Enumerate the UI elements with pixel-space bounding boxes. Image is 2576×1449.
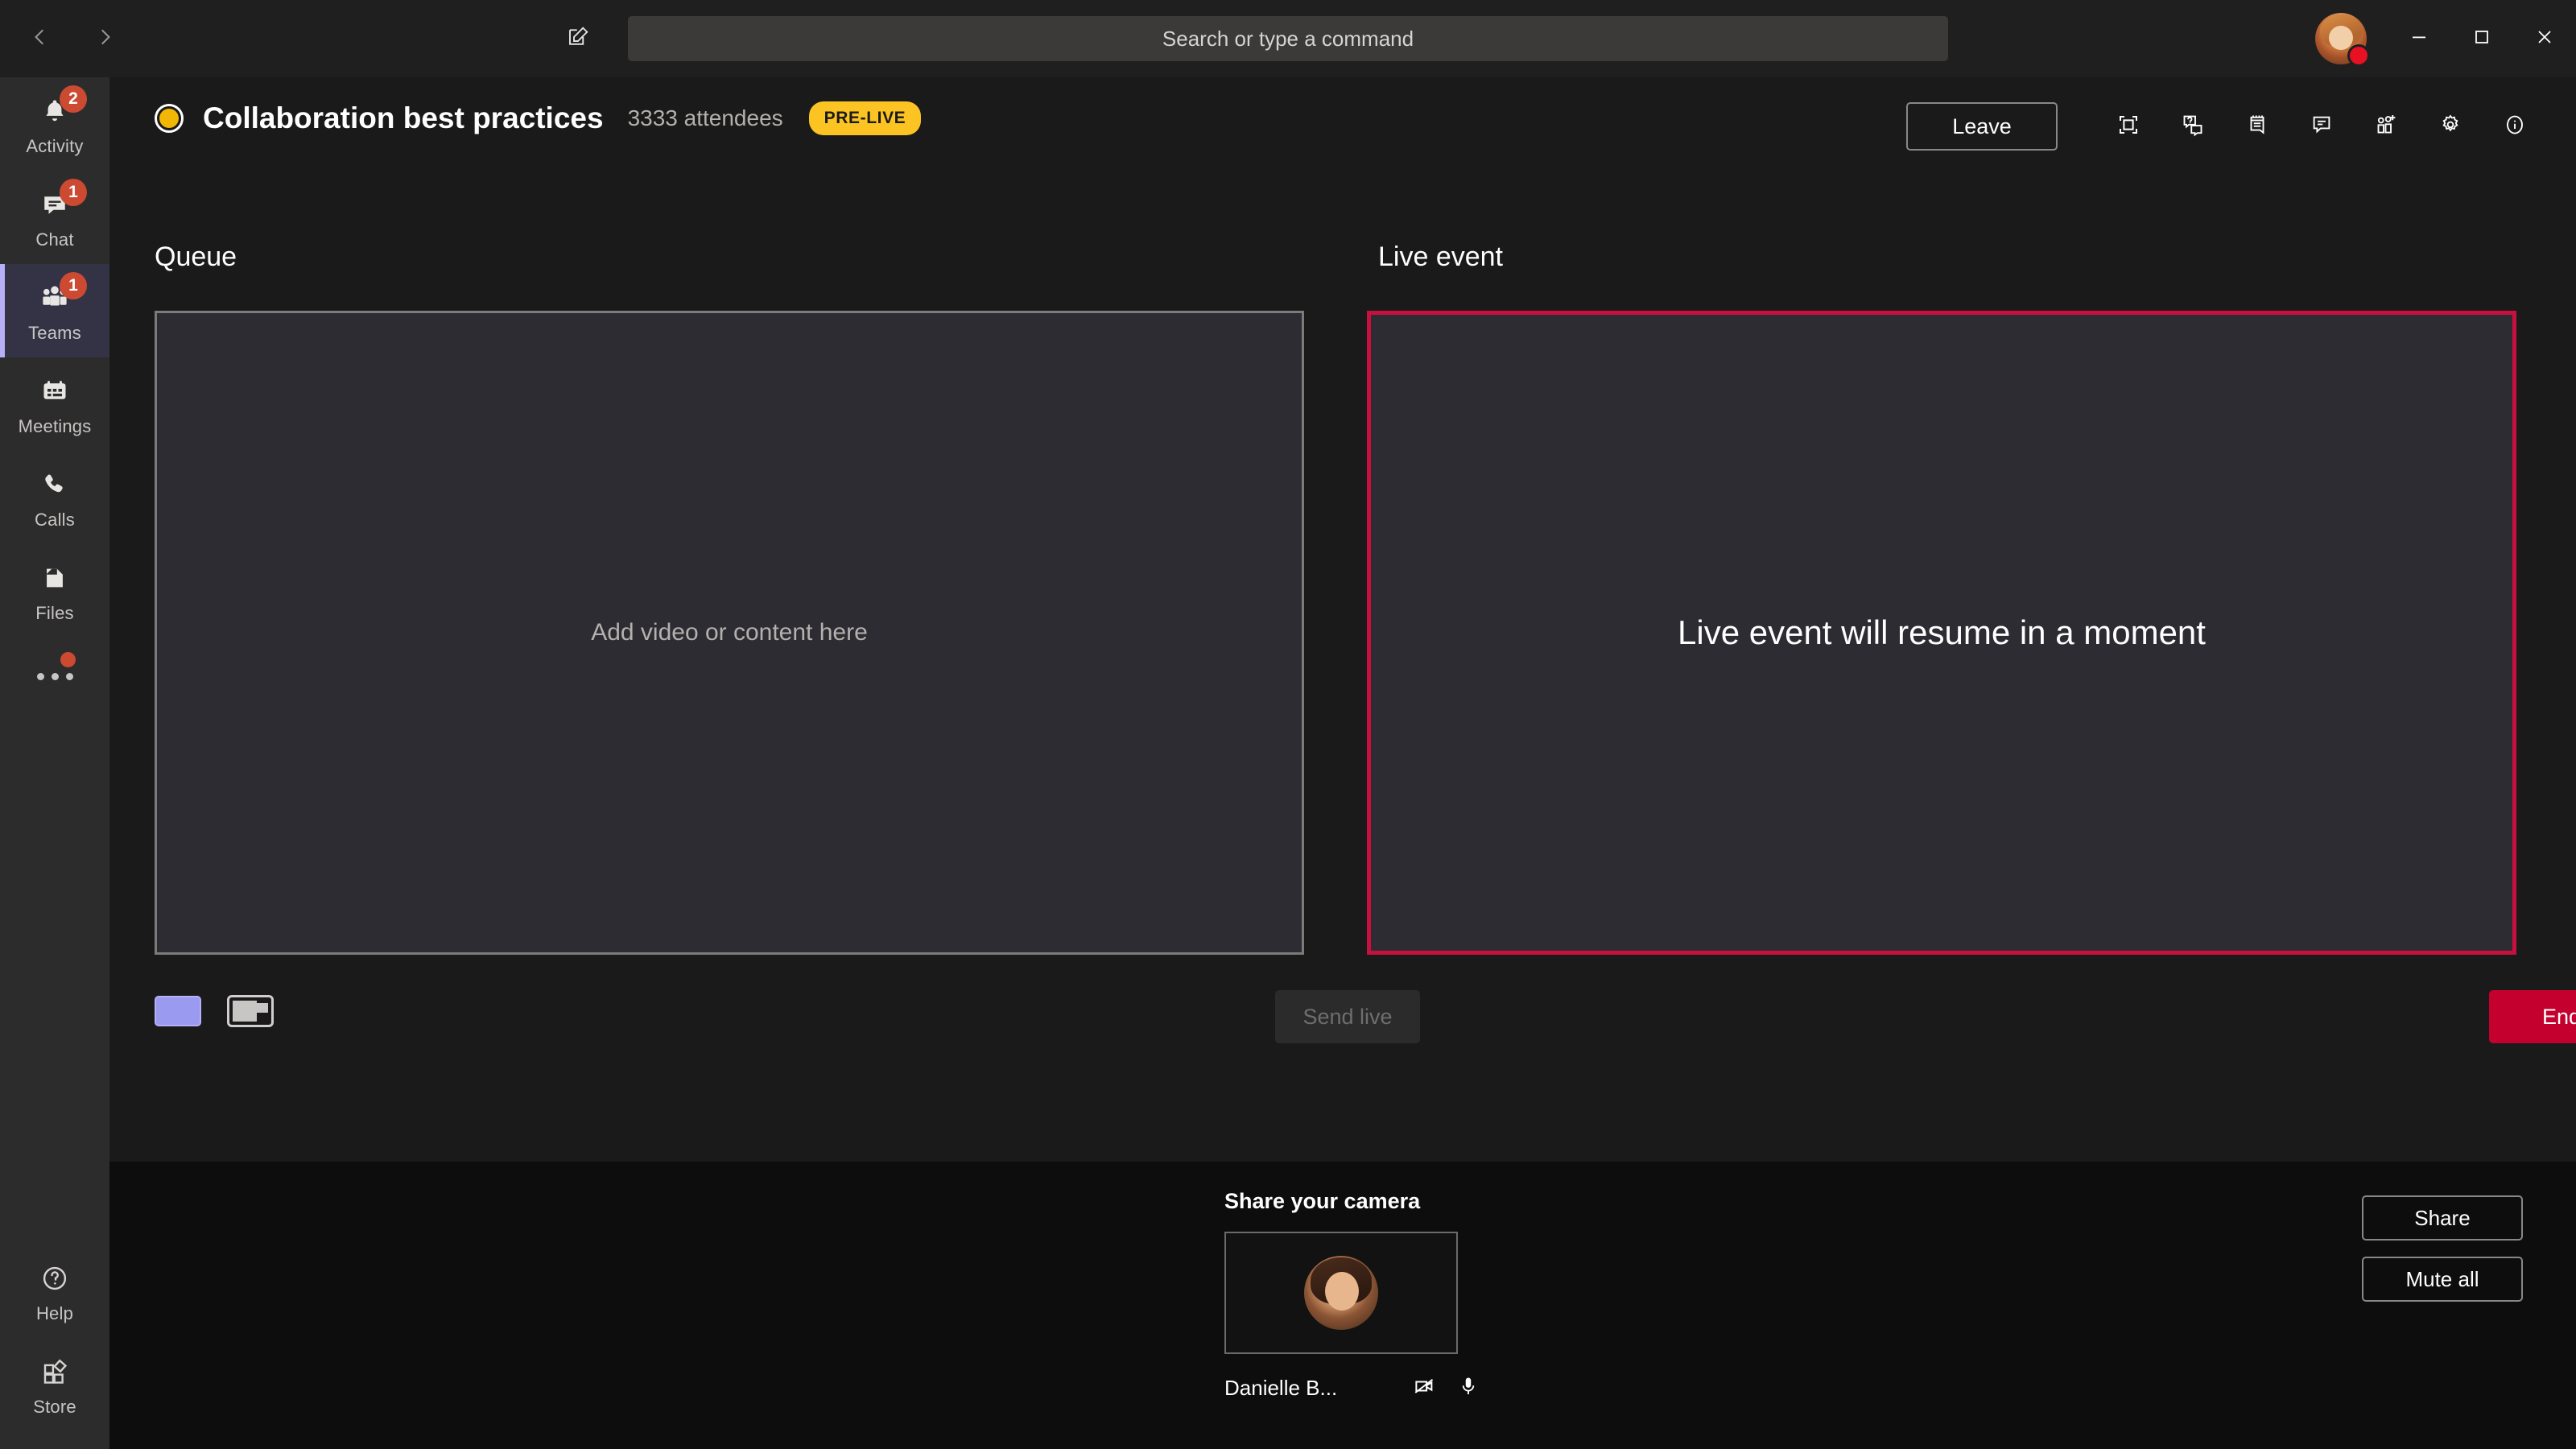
forward-button[interactable] — [82, 16, 127, 61]
chat-icon — [2310, 113, 2334, 141]
sidebar-item-help[interactable]: Help — [0, 1245, 109, 1338]
queue-layout-controls — [155, 995, 274, 1027]
share-camera-heading: Share your camera — [1224, 1189, 1421, 1213]
chevron-left-icon — [30, 27, 51, 52]
info-icon — [2503, 113, 2527, 141]
chevron-right-icon — [94, 27, 115, 52]
toggle-camera-button[interactable] — [1403, 1368, 1447, 1407]
sidebar-item-label: Activity — [26, 135, 84, 156]
sidebar-item-label: Store — [33, 1396, 76, 1417]
minimize-icon — [2410, 28, 2428, 50]
rail-bottom-section: Help Store — [0, 1245, 109, 1431]
layout-solid-color-swatch[interactable] — [155, 996, 201, 1026]
share-button[interactable]: Share — [2362, 1195, 2523, 1241]
sidebar-item-label: Files — [35, 602, 74, 623]
notes-icon — [2245, 113, 2269, 141]
participant-avatar — [1304, 1256, 1378, 1330]
more-apps-notification-dot-icon — [60, 652, 76, 667]
close-icon — [2535, 27, 2554, 51]
search-input[interactable]: Search or type a command — [628, 16, 1948, 61]
teams-live-event-producer-window: Search or type a command 2 Activity 1 Ch… — [0, 0, 2576, 1449]
sidebar-item-calls[interactable]: Calls — [0, 451, 109, 544]
sidebar-item-label: Calls — [35, 509, 75, 530]
settings-gear-icon — [2438, 113, 2462, 141]
event-header: Collaboration best practices 3333 attend… — [155, 101, 922, 135]
sidebar-item-meetings[interactable]: Meetings — [0, 357, 109, 451]
compose-button[interactable] — [555, 16, 601, 61]
sidebar-item-files[interactable]: Files — [0, 544, 109, 638]
live-event-message: Live event will resume in a moment — [1678, 613, 2206, 651]
pre-live-status-icon — [155, 104, 184, 133]
toggle-microphone-button[interactable] — [1447, 1368, 1490, 1407]
teams-badge: 1 — [60, 271, 87, 299]
notes-button[interactable] — [2225, 100, 2289, 153]
qna-button[interactable] — [2161, 100, 2225, 153]
add-people-icon — [2374, 113, 2398, 141]
queue-label: Queue — [155, 242, 237, 272]
phone-icon — [35, 465, 74, 504]
user-avatar[interactable] — [2315, 13, 2370, 67]
help-circle-icon — [35, 1259, 74, 1298]
maximize-icon — [2473, 28, 2491, 50]
microphone-icon — [1457, 1375, 1480, 1402]
end-event-button[interactable]: End — [2489, 990, 2576, 1043]
camera-off-icon — [1413, 1374, 1437, 1402]
share-camera-block: Share your camera Danielle B... — [1224, 1189, 1490, 1407]
add-people-button[interactable] — [2354, 100, 2418, 153]
share-camera-bar: Share your camera Danielle B... Share Mu… — [109, 1162, 2576, 1449]
activity-badge: 2 — [60, 85, 87, 113]
fullscreen-button[interactable] — [2096, 100, 2161, 153]
sidebar-item-label: Teams — [28, 322, 81, 343]
live-event-stage[interactable]: Live event will resume in a moment — [1367, 311, 2516, 955]
people-icon: 1 — [35, 271, 87, 317]
app-rail: 2 Activity 1 Chat 1 Teams Meetings Calls… — [0, 77, 109, 1449]
sidebar-item-label: Help — [35, 1302, 74, 1323]
minimize-button[interactable] — [2388, 0, 2450, 77]
bottom-actions: Share Mute all — [2362, 1195, 2523, 1302]
chat-bubble-icon: 1 — [35, 178, 87, 224]
sidebar-more-apps-button[interactable] — [0, 638, 109, 715]
mute-all-button[interactable]: Mute all — [2362, 1257, 2523, 1302]
calendar-icon — [35, 372, 74, 411]
sidebar-item-teams[interactable]: 1 Teams — [0, 264, 109, 357]
send-live-button[interactable]: Send live — [1275, 990, 1420, 1043]
more-dots-icon — [36, 672, 73, 680]
bell-icon: 2 — [35, 85, 87, 130]
participant-name: Danielle B... — [1224, 1375, 1338, 1400]
sidebar-item-label: Chat — [35, 229, 74, 250]
attendee-count: 3333 attendees — [627, 105, 783, 130]
sidebar-item-label: Meetings — [18, 415, 92, 436]
chat-badge: 1 — [60, 178, 87, 206]
event-toolbar: Leave — [1906, 100, 2547, 153]
leave-button[interactable]: Leave — [1906, 102, 2058, 151]
window-controls — [2388, 0, 2576, 77]
camera-controls-row: Danielle B... — [1224, 1368, 1490, 1407]
navigation-arrows — [18, 16, 127, 61]
back-button[interactable] — [18, 16, 63, 61]
info-button[interactable] — [2483, 100, 2547, 153]
sidebar-item-chat[interactable]: 1 Chat — [0, 171, 109, 264]
sidebar-item-store[interactable]: Store — [0, 1338, 109, 1431]
files-icon — [35, 559, 74, 597]
producer-main-content: Collaboration best practices 3333 attend… — [109, 77, 2576, 1162]
layout-content-with-pip-icon[interactable] — [227, 995, 274, 1027]
queue-placeholder-text: Add video or content here — [591, 619, 868, 646]
queue-stage[interactable]: Add video or content here — [155, 311, 1304, 955]
chat-button[interactable] — [2289, 100, 2354, 153]
close-button[interactable] — [2513, 0, 2576, 77]
settings-button[interactable] — [2418, 100, 2483, 153]
store-icon — [35, 1352, 74, 1391]
page-title: Collaboration best practices — [203, 101, 604, 134]
presence-status-busy-icon — [2347, 44, 2370, 67]
sidebar-item-activity[interactable]: 2 Activity — [0, 77, 109, 171]
status-badge: PRE-LIVE — [808, 101, 922, 135]
maximize-button[interactable] — [2450, 0, 2513, 77]
search-placeholder: Search or type a command — [1162, 26, 1414, 51]
title-bar: Search or type a command — [0, 0, 2576, 77]
compose-pencil-icon — [566, 25, 590, 53]
camera-preview-thumbnail[interactable] — [1224, 1232, 1458, 1354]
fullscreen-icon — [2116, 113, 2140, 141]
live-event-label: Live event — [1378, 242, 1503, 272]
qna-icon — [2181, 113, 2205, 141]
